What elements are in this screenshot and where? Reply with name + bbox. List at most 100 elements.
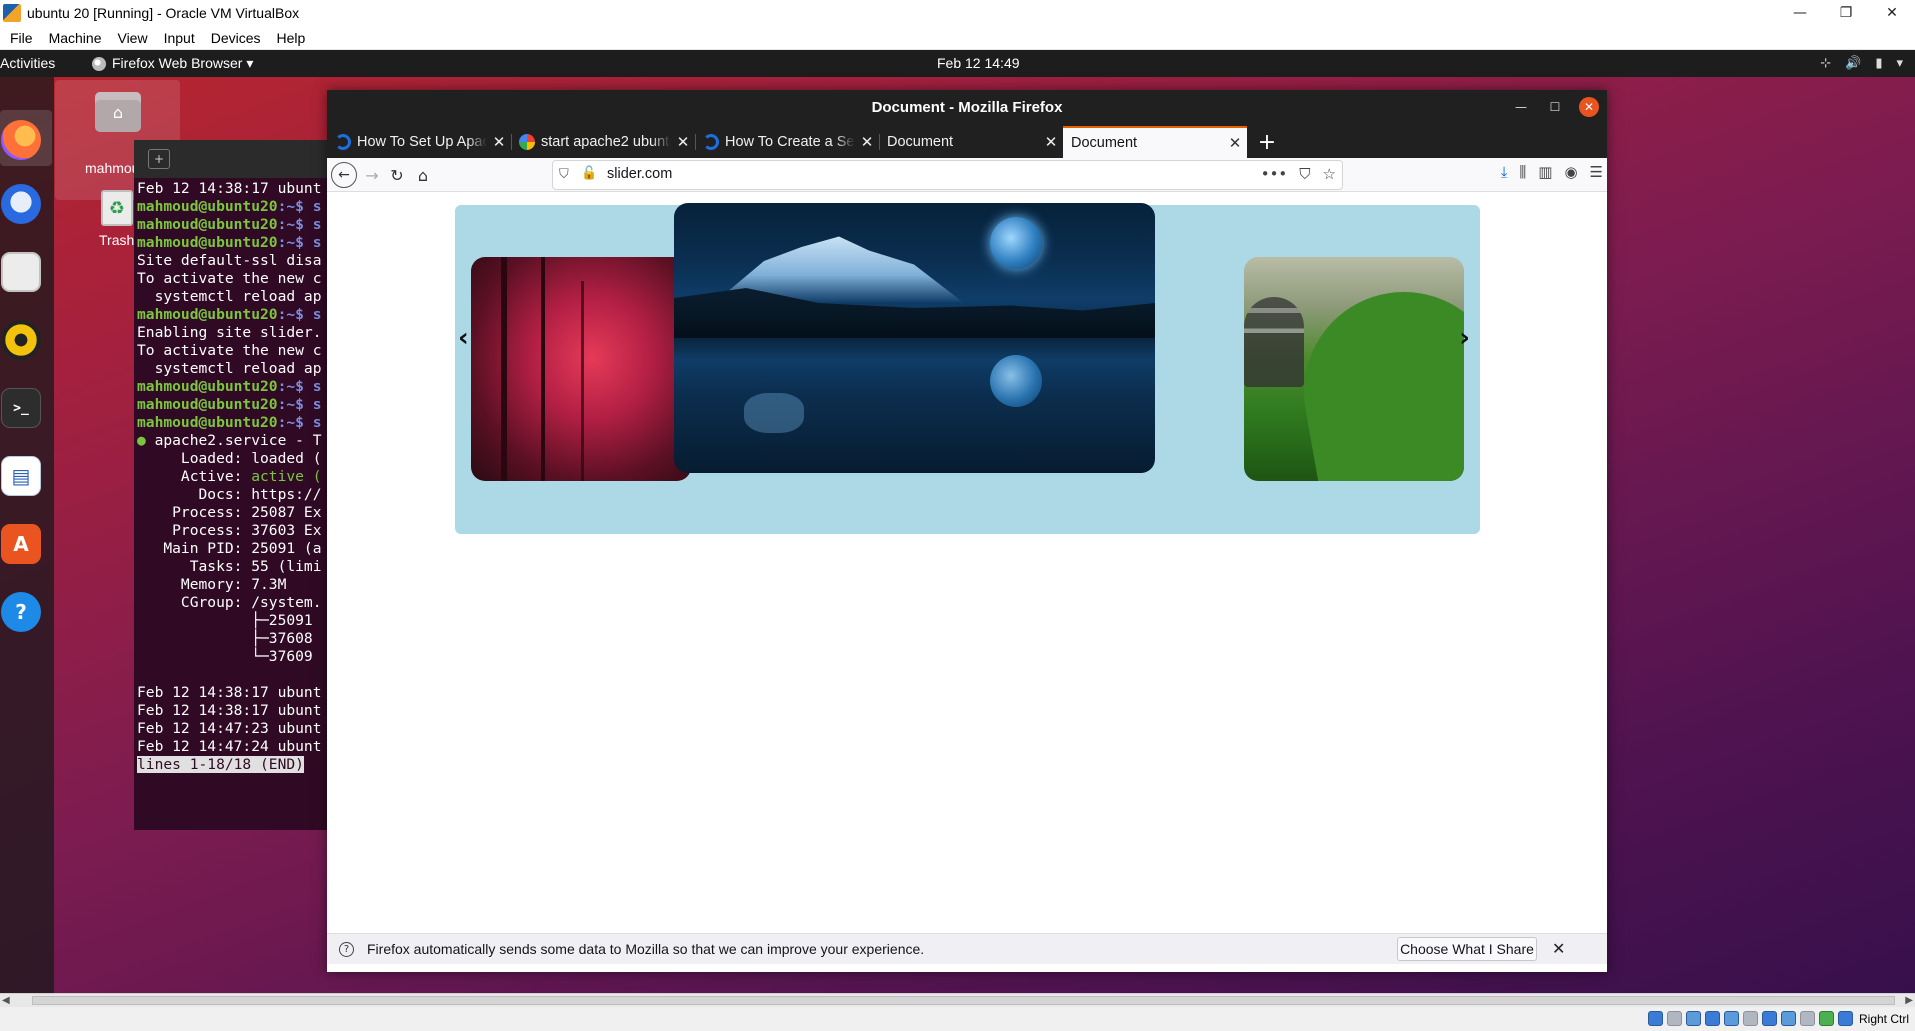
terminal-line: Feb 12 14:38:17 ubunt: [137, 684, 322, 701]
tab-start-apache2[interactable]: start apache2 ubuntu 20 ✕: [511, 126, 696, 158]
terminal-line: lines 1-18/18 (END): [137, 756, 334, 774]
tracking-shield-icon[interactable]: ⛉: [559, 167, 573, 183]
activities-button[interactable]: Activities: [0, 55, 55, 71]
slider-next-arrow[interactable]: ›: [1459, 323, 1470, 353]
tab-bar: How To Set Up Apache V ✕ start apache2 u…: [327, 126, 1607, 158]
terminal-line: mahmoud@ubuntu20:~$ s: [137, 216, 334, 234]
url-bar[interactable]: ⛉ 🔓 slider.com ••• ⛉ ☆: [552, 160, 1343, 190]
dock-item-software[interactable]: A: [0, 523, 42, 565]
terminal-line: mahmoud@ubuntu20:~$ s: [137, 378, 334, 396]
help-icon: ?: [1, 592, 41, 632]
clock[interactable]: Feb 12 14:49: [937, 55, 1020, 71]
dock-item-terminal[interactable]: >_: [0, 387, 42, 429]
host-key-label[interactable]: Right Ctrl: [1859, 1012, 1909, 1026]
insecure-lock-icon[interactable]: 🔓: [581, 166, 597, 184]
shared-folders-icon[interactable]: [1742, 1011, 1758, 1026]
terminal-window[interactable]: + Feb 12 14:38:17 ubunt mahmoud@ubuntu20:…: [134, 140, 334, 830]
slide-moonlit-lake[interactable]: [674, 203, 1155, 473]
slide-green-mountain[interactable]: [1244, 257, 1464, 481]
horizontal-scrollbar[interactable]: ◀ ▶: [0, 993, 1915, 1007]
optical-drive-icon[interactable]: [1666, 1011, 1682, 1026]
display-icon[interactable]: [1761, 1011, 1777, 1026]
scroll-left-icon[interactable]: ◀: [2, 995, 10, 1006]
tab-close-icon[interactable]: ✕: [671, 133, 695, 151]
library-icon[interactable]: ⫼: [1519, 163, 1526, 181]
slide-crimson-forest[interactable]: [471, 257, 691, 481]
terminal-line: systemctl reload ap: [137, 288, 322, 305]
desktop-trash-label: Trash: [99, 232, 135, 248]
tab-document-1[interactable]: Document ✕: [879, 126, 1063, 158]
video-capture-icon[interactable]: [1780, 1011, 1796, 1026]
dock-item-rhythmbox[interactable]: [0, 319, 42, 361]
tab-document-2[interactable]: Document ✕: [1063, 126, 1247, 158]
slider-prev-arrow[interactable]: ‹: [458, 323, 469, 353]
dock-item-help[interactable]: ?: [0, 591, 42, 633]
close-button[interactable]: ✕: [1579, 97, 1599, 117]
terminal-line: ● apache2.service - T: [137, 432, 334, 450]
new-tab-button[interactable]: +: [1251, 126, 1283, 158]
choose-what-i-share-button[interactable]: Choose What I Share: [1397, 937, 1537, 961]
virtualbox-window-controls: — ❐ ✕: [1777, 0, 1915, 26]
dock-item-thunderbird[interactable]: [0, 183, 42, 225]
water-reflection: [744, 393, 804, 433]
maximize-button[interactable]: ☐: [1545, 97, 1565, 117]
dock-item-firefox[interactable]: [0, 119, 42, 161]
prompt-user: mahmoud@ubuntu20: [137, 198, 278, 215]
guest-display[interactable]: Activities Firefox Web Browser ▾ Feb 12 …: [0, 50, 1915, 993]
dock-item-files[interactable]: [0, 251, 42, 293]
tab-close-icon[interactable]: ✕: [855, 133, 879, 151]
terminal-line: └─37609: [137, 648, 313, 665]
pocket-icon[interactable]: ⛉: [1299, 165, 1310, 183]
menu-devices[interactable]: Devices: [203, 30, 269, 46]
terminal-output[interactable]: Feb 12 14:38:17 ubunt mahmoud@ubuntu20:~$…: [137, 180, 334, 774]
firefox-window-controls: — ☐ ✕: [1511, 97, 1599, 117]
scroll-right-icon[interactable]: ▶: [1905, 995, 1913, 1006]
hamburger-menu-icon[interactable]: ☰: [1590, 163, 1603, 181]
back-button[interactable]: ←: [331, 162, 357, 188]
restore-button[interactable]: ❐: [1823, 0, 1869, 26]
tab-close-icon[interactable]: ✕: [487, 133, 511, 151]
network-icon[interactable]: [1704, 1011, 1720, 1026]
chevron-down-icon: ▾: [1896, 56, 1903, 71]
reload-button[interactable]: ↻: [384, 162, 410, 188]
close-button[interactable]: ✕: [1869, 0, 1915, 26]
home-button[interactable]: ⌂: [410, 162, 436, 188]
account-icon[interactable]: ◉: [1564, 163, 1577, 181]
forward-button[interactable]: →: [359, 162, 385, 188]
tree-trunk: [501, 257, 507, 481]
minimize-button[interactable]: —: [1511, 97, 1531, 117]
menu-input[interactable]: Input: [156, 30, 203, 46]
prompt-user: mahmoud@ubuntu20: [137, 216, 278, 233]
tab-title: How To Set Up Apache V: [357, 134, 487, 150]
notification-close-icon[interactable]: ✕: [1552, 939, 1565, 958]
cpu-icon[interactable]: [1799, 1011, 1815, 1026]
bookmark-star-icon[interactable]: ☆: [1323, 165, 1336, 183]
downloads-icon[interactable]: ⤓: [1501, 163, 1508, 181]
audio-icon[interactable]: [1685, 1011, 1701, 1026]
tab-self-signed[interactable]: How To Create a Self-Sig ✕: [695, 126, 880, 158]
mouse-integration-icon[interactable]: [1818, 1011, 1834, 1026]
new-tab-icon[interactable]: +: [148, 149, 170, 169]
url-text[interactable]: slider.com: [607, 166, 672, 182]
sidebar-icon[interactable]: ▥: [1538, 163, 1552, 181]
menu-file[interactable]: File: [0, 30, 41, 46]
terminal-line: ├─25091: [137, 612, 313, 629]
minimize-button[interactable]: —: [1777, 0, 1823, 26]
tab-close-icon[interactable]: ✕: [1223, 134, 1247, 152]
tab-close-icon[interactable]: ✕: [1039, 133, 1063, 151]
page-actions-icon[interactable]: •••: [1261, 165, 1288, 183]
keyboard-icon[interactable]: [1837, 1011, 1853, 1026]
dock-item-writer[interactable]: ▤: [0, 455, 42, 497]
scrollbar-track[interactable]: [32, 996, 1895, 1005]
system-tray[interactable]: ⊹ 🔊 ▮ ▾: [1820, 56, 1903, 71]
app-menu[interactable]: Firefox Web Browser ▾: [92, 55, 253, 72]
tab-title: Document: [1071, 135, 1138, 151]
tab-apache-setup[interactable]: How To Set Up Apache V ✕: [327, 126, 512, 158]
hard-disk-icon[interactable]: [1647, 1011, 1663, 1026]
prompt-user: mahmoud@ubuntu20: [137, 396, 278, 413]
usb-icon[interactable]: [1723, 1011, 1739, 1026]
menu-machine[interactable]: Machine: [41, 30, 110, 46]
menu-view[interactable]: View: [109, 30, 155, 46]
terminal-line: mahmoud@ubuntu20:~$ s: [137, 414, 334, 432]
menu-help[interactable]: Help: [269, 30, 314, 46]
